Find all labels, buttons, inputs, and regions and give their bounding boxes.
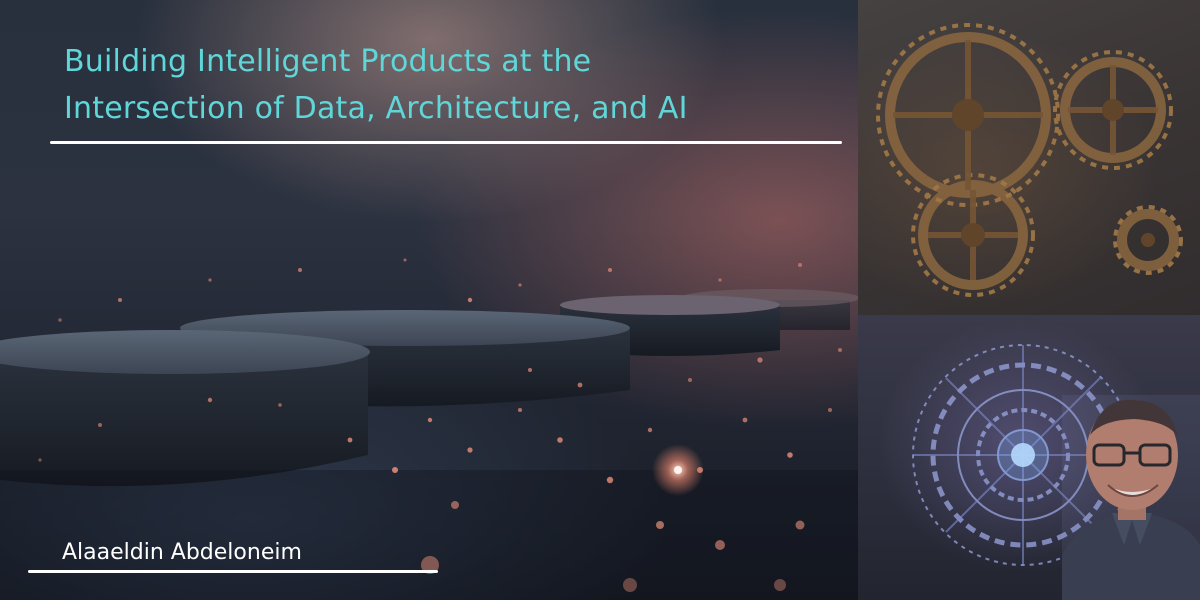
gears-image (858, 0, 1200, 315)
author-portrait (1062, 395, 1200, 600)
light-flare-core (674, 466, 682, 474)
banner: Building Intelligent Products at the Int… (0, 0, 1200, 600)
title-underline (50, 141, 842, 144)
banner-title-line-2: Intersection of Data, Architecture, and … (64, 91, 688, 126)
author-name: Alaaeldin Abdeloneim (62, 540, 302, 565)
gears-illustration (858, 0, 1200, 315)
banner-title: Building Intelligent Products at the Int… (64, 38, 824, 132)
banner-title-line-1: Building Intelligent Products at the (64, 44, 592, 79)
author-underline (28, 570, 438, 573)
portrait-illustration (1062, 395, 1200, 600)
stone-disc (0, 330, 370, 487)
